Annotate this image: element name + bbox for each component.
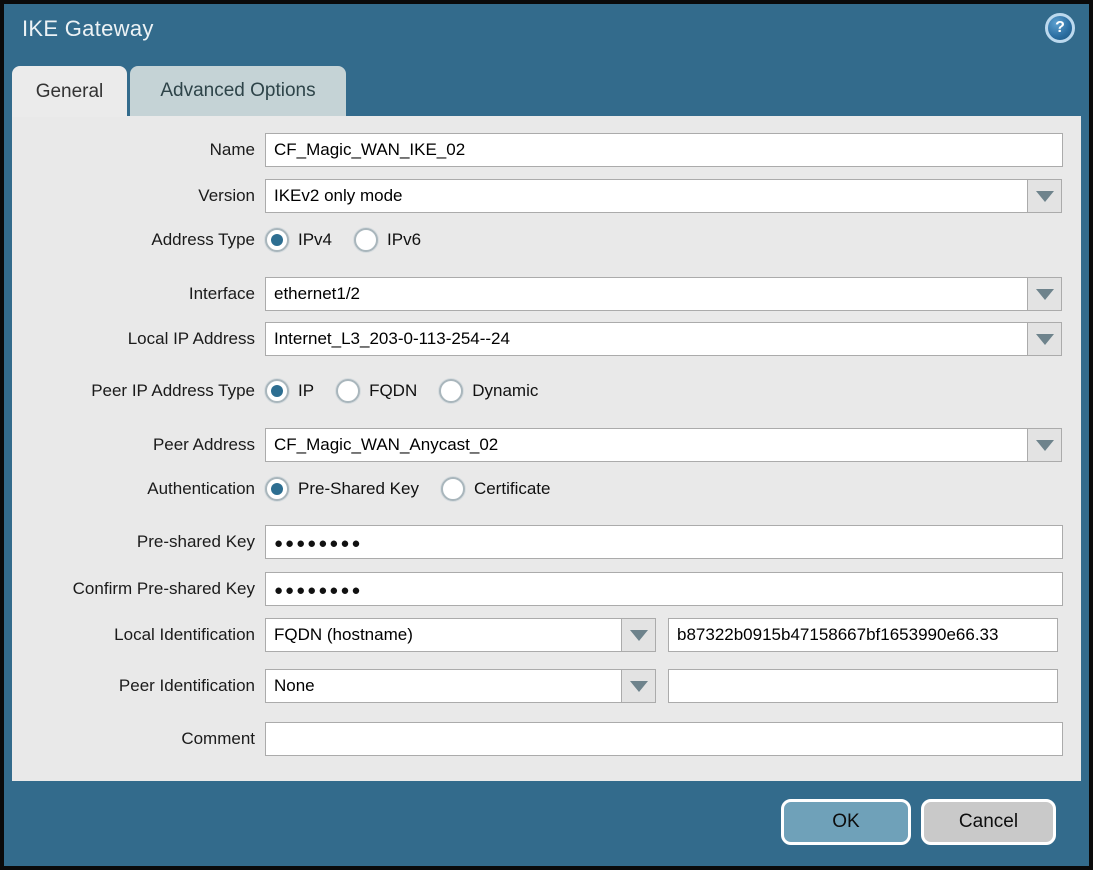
- peer-id-dropdown-button[interactable]: [622, 669, 656, 703]
- peer-address-input[interactable]: CF_Magic_WAN_Anycast_02: [265, 428, 1028, 462]
- peer-address-row: Peer Address CF_Magic_WAN_Anycast_02: [12, 428, 1081, 462]
- local-id-type-select[interactable]: FQDN (hostname): [265, 618, 622, 652]
- local-ip-dropdown-button[interactable]: [1028, 322, 1062, 356]
- chevron-down-icon: [630, 630, 648, 641]
- help-icon-glyph: ?: [1055, 19, 1065, 37]
- radio-ipv4[interactable]: [265, 228, 289, 252]
- ok-button[interactable]: OK: [781, 799, 911, 845]
- radio-pre-shared-key[interactable]: [265, 477, 289, 501]
- version-row: Version IKEv2 only mode: [12, 179, 1081, 213]
- peer-id-label: Peer Identification: [12, 676, 255, 696]
- radio-peer-ip[interactable]: [265, 379, 289, 403]
- psk-confirm-row: Confirm Pre-shared Key ●●●●●●●●: [12, 572, 1081, 606]
- address-type-row: Address Type IPv4 IPv6: [12, 228, 1081, 252]
- peer-id-value-input[interactable]: [668, 669, 1058, 703]
- radio-peer-fqdn[interactable]: [336, 379, 360, 403]
- radio-label-peer-ip: IP: [298, 381, 314, 401]
- psk-row: Pre-shared Key ●●●●●●●●: [12, 525, 1081, 559]
- local-ip-row: Local IP Address Internet_L3_203-0-113-2…: [12, 322, 1081, 356]
- interface-row: Interface ethernet1/2: [12, 277, 1081, 311]
- tab-advanced-options[interactable]: Advanced Options: [130, 66, 346, 116]
- ike-gateway-dialog: IKE Gateway ? General Advanced Options N…: [0, 0, 1093, 870]
- version-select[interactable]: IKEv2 only mode: [265, 179, 1028, 213]
- chevron-down-icon: [1036, 334, 1054, 345]
- peer-address-label: Peer Address: [12, 435, 255, 455]
- peer-ip-type-row: Peer IP Address Type IP FQDN Dynamic: [12, 379, 1081, 403]
- radio-peer-dynamic[interactable]: [439, 379, 463, 403]
- chevron-down-icon: [1036, 289, 1054, 300]
- version-dropdown-button[interactable]: [1028, 179, 1062, 213]
- psk-input[interactable]: ●●●●●●●●: [274, 533, 362, 552]
- local-id-dropdown-button[interactable]: [622, 618, 656, 652]
- peer-id-type-select[interactable]: None: [265, 669, 622, 703]
- chevron-down-icon: [1036, 191, 1054, 202]
- radio-label-ipv6: IPv6: [387, 230, 421, 250]
- comment-label: Comment: [12, 729, 255, 749]
- name-label: Name: [12, 140, 255, 160]
- help-icon[interactable]: ?: [1045, 13, 1075, 43]
- local-id-value-input[interactable]: b87322b0915b47158667bf1653990e66.33: [668, 618, 1058, 652]
- peer-address-dropdown-button[interactable]: [1028, 428, 1062, 462]
- name-row: Name CF_Magic_WAN_IKE_02: [12, 133, 1081, 167]
- name-input[interactable]: CF_Magic_WAN_IKE_02: [265, 133, 1063, 167]
- interface-select[interactable]: ethernet1/2: [265, 277, 1028, 311]
- interface-dropdown-button[interactable]: [1028, 277, 1062, 311]
- cancel-button[interactable]: Cancel: [921, 799, 1056, 845]
- radio-label-peer-dynamic: Dynamic: [472, 381, 538, 401]
- local-ip-select[interactable]: Internet_L3_203-0-113-254--24: [265, 322, 1028, 356]
- authentication-label: Authentication: [12, 479, 255, 499]
- tab-general[interactable]: General: [12, 66, 127, 117]
- peer-id-row: Peer Identification None: [12, 669, 1081, 703]
- version-label: Version: [12, 186, 255, 206]
- radio-label-peer-fqdn: FQDN: [369, 381, 417, 401]
- radio-label-ipv4: IPv4: [298, 230, 332, 250]
- chevron-down-icon: [1036, 440, 1054, 451]
- radio-ipv6[interactable]: [354, 228, 378, 252]
- authentication-row: Authentication Pre-Shared Key Certificat…: [12, 477, 1081, 501]
- chevron-down-icon: [630, 681, 648, 692]
- psk-confirm-input[interactable]: ●●●●●●●●: [274, 580, 362, 599]
- radio-label-certificate: Certificate: [474, 479, 551, 499]
- comment-row: Comment: [12, 722, 1081, 756]
- psk-confirm-label: Confirm Pre-shared Key: [12, 579, 255, 599]
- comment-input[interactable]: [265, 722, 1063, 756]
- radio-label-pre-shared-key: Pre-Shared Key: [298, 479, 419, 499]
- address-type-label: Address Type: [12, 230, 255, 250]
- dialog-title: IKE Gateway: [22, 16, 154, 42]
- general-tab-panel: Name CF_Magic_WAN_IKE_02 Version IKEv2 o…: [12, 116, 1081, 781]
- radio-certificate[interactable]: [441, 477, 465, 501]
- local-id-label: Local Identification: [12, 625, 255, 645]
- psk-label: Pre-shared Key: [12, 532, 255, 552]
- peer-ip-type-label: Peer IP Address Type: [12, 381, 255, 401]
- local-ip-label: Local IP Address: [12, 329, 255, 349]
- interface-label: Interface: [12, 284, 255, 304]
- local-id-row: Local Identification FQDN (hostname) b87…: [12, 618, 1081, 652]
